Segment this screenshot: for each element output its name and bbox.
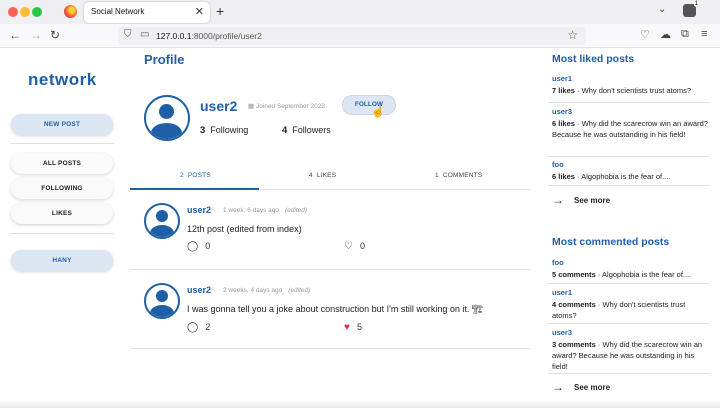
divider bbox=[548, 185, 710, 186]
most-liked-item[interactable]: user3 6 likes · Why did the scarecrow wi… bbox=[552, 107, 708, 140]
sidebar-item-likes[interactable]: LIKES bbox=[11, 203, 113, 224]
divider bbox=[548, 283, 710, 284]
post-username[interactable]: user2 bbox=[187, 285, 211, 295]
most-liked-user[interactable]: user1 bbox=[552, 74, 708, 83]
menu-icon[interactable]: ≡ bbox=[701, 28, 707, 40]
follow-button[interactable]: FOLLOW bbox=[342, 95, 396, 115]
new-tab-icon[interactable]: + bbox=[216, 3, 224, 19]
pointer-cursor-icon: ☝ bbox=[371, 106, 385, 118]
following-stat[interactable]: 3 Following bbox=[200, 125, 248, 136]
post-timestamp: 1 week, 6 days ago (edited) bbox=[223, 207, 308, 214]
extension-badge-count: 1 bbox=[693, 1, 699, 7]
divider bbox=[548, 373, 710, 374]
post-avatar[interactable] bbox=[144, 203, 180, 239]
sidebar-item-all-posts[interactable]: ALL POSTS bbox=[11, 153, 113, 174]
window-bottom-edge bbox=[0, 400, 720, 408]
most-liked-item[interactable]: user1 7 likes · Why don't scientists tru… bbox=[552, 74, 708, 96]
extension-icon[interactable]: 1 bbox=[683, 1, 699, 17]
like-button[interactable]: ♡ 0 bbox=[344, 241, 365, 252]
tab-likes[interactable]: 4 LIKES bbox=[309, 172, 336, 179]
arrow-right-icon: → bbox=[552, 193, 564, 207]
post-text: I was gonna tell you a joke about constr… bbox=[187, 304, 484, 314]
like-button[interactable]: ♥ 5 bbox=[344, 322, 362, 333]
comment-button[interactable]: ◯ 0 bbox=[187, 241, 210, 252]
post-username[interactable]: user2 bbox=[187, 205, 211, 215]
browser-tab-bar: Social Network ✕ + ⌄ 1 bbox=[0, 0, 720, 24]
comment-icon: ◯ bbox=[187, 241, 199, 252]
most-liked-user[interactable]: foo bbox=[552, 160, 708, 169]
sidebar-divider bbox=[10, 143, 114, 144]
comment-icon: ◯ bbox=[187, 322, 199, 333]
most-commented-user[interactable]: foo bbox=[552, 258, 708, 267]
post-item: user2 1 week, 6 days ago (edited) 12th po… bbox=[130, 190, 530, 270]
address-bar[interactable]: ⛉ ▭ 127.0.0.1:8000/profile/user2 ☆ bbox=[118, 27, 586, 45]
divider bbox=[548, 323, 710, 324]
post-text: 12th post (edited from index) bbox=[187, 224, 302, 234]
followers-stat[interactable]: 4 Followers bbox=[282, 125, 331, 136]
divider bbox=[548, 102, 710, 103]
sidebar-item-user[interactable]: HANY bbox=[11, 250, 113, 271]
new-post-button[interactable]: NEW POST bbox=[11, 114, 113, 135]
sidebar-divider bbox=[10, 233, 114, 234]
back-icon[interactable]: ← bbox=[9, 28, 21, 42]
divider bbox=[548, 156, 710, 157]
most-commented-user[interactable]: user1 bbox=[552, 288, 708, 297]
firefox-icon[interactable] bbox=[64, 5, 77, 18]
sync-icon[interactable]: ☁ bbox=[660, 28, 671, 41]
close-tab-icon[interactable]: ✕ bbox=[195, 5, 204, 18]
calendar-icon: ▦ bbox=[248, 103, 255, 110]
chevron-down-icon[interactable]: ⌄ bbox=[658, 4, 666, 15]
reload-icon[interactable]: ↻ bbox=[50, 28, 60, 42]
forward-icon[interactable]: → bbox=[30, 28, 42, 42]
arrow-right-icon: → bbox=[552, 380, 564, 394]
page-icon[interactable]: ▭ bbox=[140, 29, 149, 40]
brand-logo[interactable]: network bbox=[28, 70, 97, 90]
comment-button[interactable]: ◯ 2 bbox=[187, 322, 210, 333]
post-timestamp: 2 weeks, 4 days ago (edited) bbox=[223, 287, 311, 294]
heart-outline-icon: ♡ bbox=[344, 241, 353, 252]
most-liked-item[interactable]: foo 6 likes · Algophobia is the fear of.… bbox=[552, 160, 708, 182]
profile-tabs: 2 POSTS 4 LIKES 1 COMMENTS bbox=[130, 166, 530, 190]
most-liked-title: Most liked posts bbox=[552, 53, 635, 65]
url-text: 127.0.0.1:8000/profile/user2 bbox=[156, 31, 262, 41]
most-commented-title: Most commented posts bbox=[552, 236, 670, 248]
most-commented-user[interactable]: user3 bbox=[552, 328, 708, 337]
bookmark-star-icon[interactable]: ☆ bbox=[567, 28, 578, 42]
heart-filled-icon: ♥ bbox=[344, 322, 350, 333]
most-commented-item[interactable]: foo 5 comments · Algophobia is the fear … bbox=[552, 258, 708, 280]
profile-avatar bbox=[144, 95, 190, 141]
most-liked-user[interactable]: user3 bbox=[552, 107, 708, 116]
close-window-button[interactable] bbox=[8, 7, 18, 17]
browser-tab[interactable]: Social Network ✕ bbox=[84, 2, 210, 23]
extensions-icon[interactable]: ⧉ bbox=[681, 28, 689, 41]
post-item: user2 2 weeks, 4 days ago (edited) I was … bbox=[130, 270, 530, 349]
browser-nav-bar: ← → ↻ ⛉ ▭ 127.0.0.1:8000/profile/user2 ☆… bbox=[0, 24, 720, 48]
post-avatar[interactable] bbox=[144, 283, 180, 319]
zoom-window-button[interactable] bbox=[32, 7, 42, 17]
see-more-liked-link[interactable]: → See more bbox=[552, 193, 610, 207]
page-title: Profile bbox=[144, 52, 185, 67]
profile-username: user2 bbox=[200, 98, 238, 114]
browser-tab-title: Social Network bbox=[91, 7, 145, 16]
most-commented-item[interactable]: user3 3 comments · Why did the scarecrow… bbox=[552, 328, 708, 372]
minimize-window-button[interactable] bbox=[20, 7, 30, 17]
most-commented-item[interactable]: user1 4 comments · Why don't scientists … bbox=[552, 288, 708, 321]
pocket-icon[interactable]: ♡ bbox=[640, 28, 650, 41]
sidebar-item-following[interactable]: FOLLOWING bbox=[11, 178, 113, 199]
joined-date: ▦ Joined September 2023 bbox=[248, 103, 325, 110]
tab-comments[interactable]: 1 COMMENTS bbox=[435, 172, 482, 179]
shield-icon[interactable]: ⛉ bbox=[124, 29, 132, 40]
tab-posts[interactable]: 2 POSTS bbox=[180, 172, 211, 179]
see-more-commented-link[interactable]: → See more bbox=[552, 380, 610, 394]
